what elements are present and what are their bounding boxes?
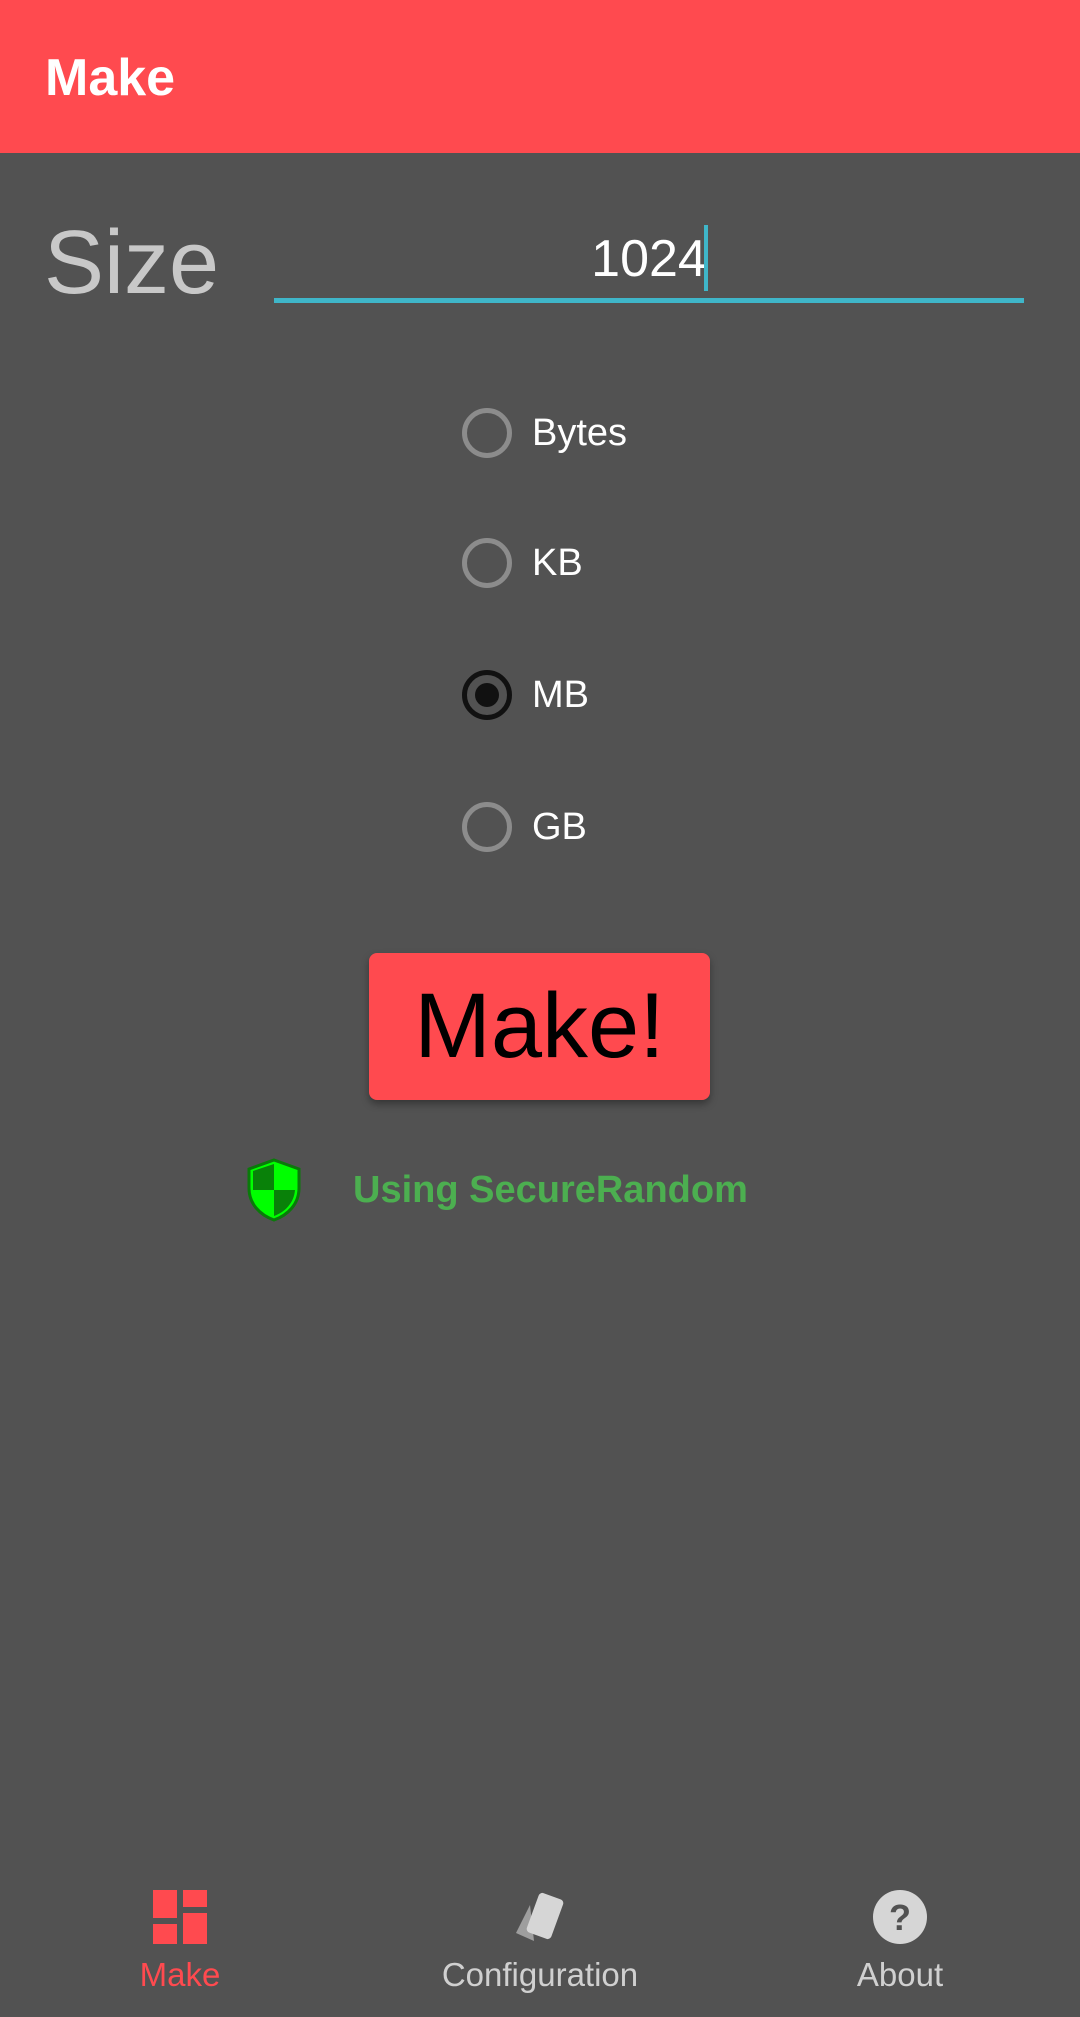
nav-label-make: Make bbox=[139, 1956, 221, 1993]
nav-label-configuration: Configuration bbox=[441, 1956, 639, 1993]
radio-label-mb: MB bbox=[532, 673, 589, 716]
nav-item-configuration[interactable]: Configuration bbox=[360, 1864, 720, 2017]
size-label: Size bbox=[44, 213, 220, 313]
radio-button[interactable] bbox=[462, 538, 512, 588]
radio-button[interactable] bbox=[462, 802, 512, 852]
page-title: Make bbox=[45, 49, 176, 107]
dashboard-icon bbox=[153, 1890, 207, 1944]
radio-kb[interactable]: KB bbox=[462, 533, 583, 593]
radio-button-selected[interactable] bbox=[462, 670, 512, 720]
radio-mb[interactable]: MB bbox=[462, 665, 589, 725]
size-input[interactable] bbox=[274, 220, 1024, 303]
cards-icon bbox=[516, 1892, 564, 1941]
svg-text:?: ? bbox=[889, 1897, 911, 1938]
make-button[interactable]: Make! bbox=[369, 953, 710, 1100]
nav-label-about: About bbox=[856, 1956, 944, 1993]
bottom-navigation: Make Configuration ? About bbox=[0, 1864, 1080, 2017]
radio-selected-dot bbox=[475, 683, 499, 707]
radio-label-bytes: Bytes bbox=[532, 411, 628, 454]
radio-bytes[interactable]: Bytes bbox=[462, 403, 627, 463]
help-icon: ? bbox=[873, 1890, 927, 1944]
app-bar: Make bbox=[0, 0, 1080, 153]
secure-random-label: Using SecureRandom bbox=[353, 1168, 748, 1211]
secure-status: Using SecureRandom bbox=[245, 1158, 748, 1222]
radio-label-gb: GB bbox=[532, 805, 587, 848]
radio-button[interactable] bbox=[462, 408, 512, 458]
shield-icon bbox=[247, 1158, 301, 1222]
radio-gb[interactable]: GB bbox=[462, 797, 587, 857]
app-root: Make Size Bytes KB MB GB Make! Using Sec… bbox=[0, 0, 1080, 2017]
text-cursor bbox=[704, 225, 708, 291]
nav-item-about[interactable]: ? About bbox=[720, 1864, 1080, 2017]
radio-label-kb: KB bbox=[532, 541, 583, 584]
nav-item-make[interactable]: Make bbox=[0, 1864, 360, 2017]
